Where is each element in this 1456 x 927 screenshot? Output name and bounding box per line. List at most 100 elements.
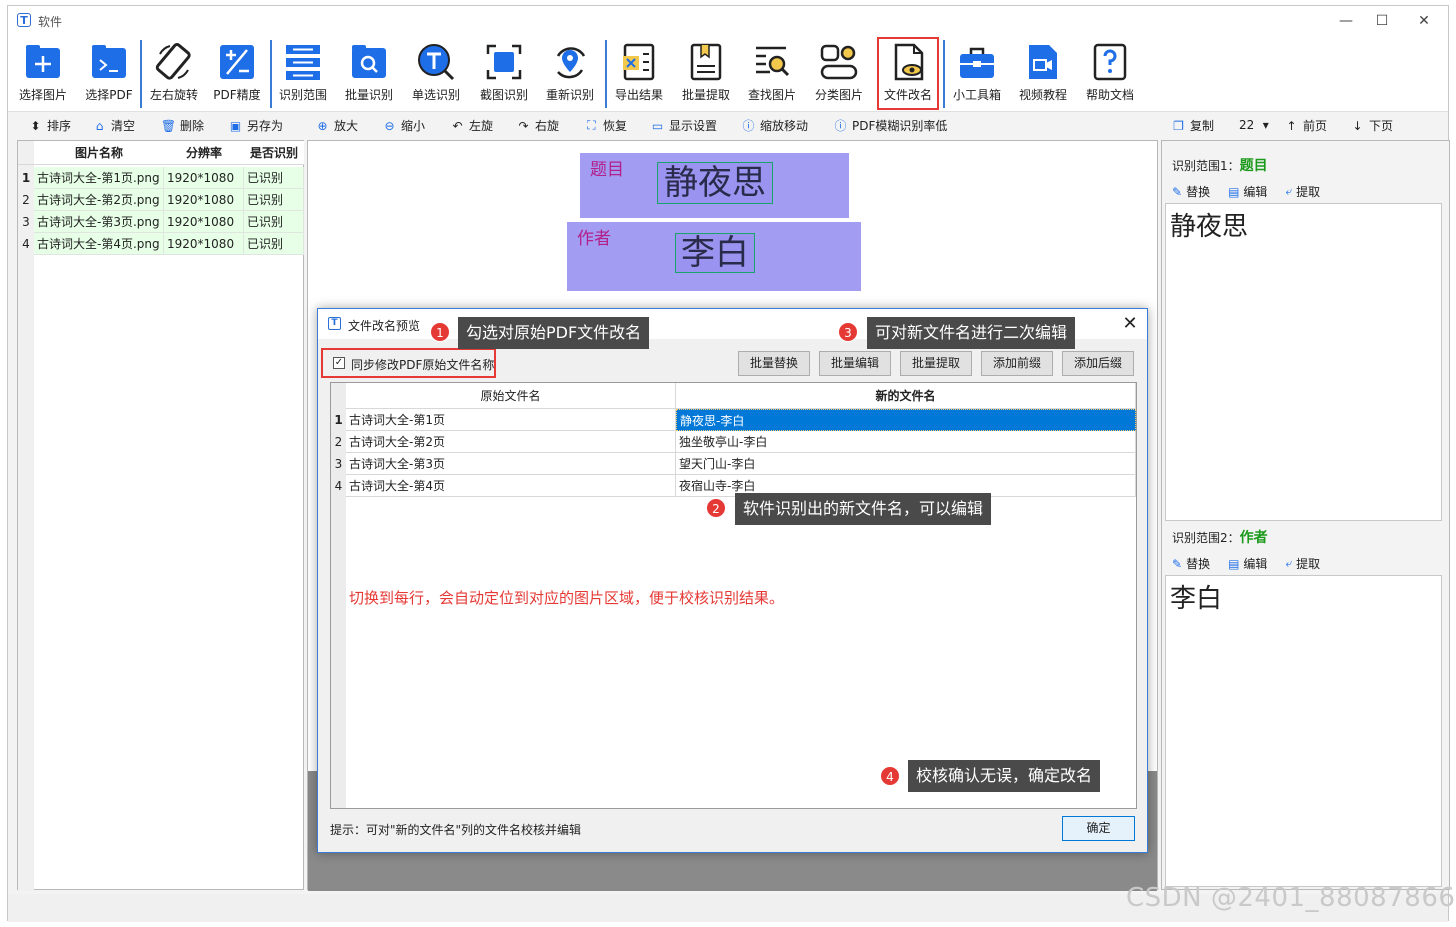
confirm-button[interactable]: 确定 <box>1062 816 1135 841</box>
row-number: 1 <box>334 413 343 427</box>
rotate-button[interactable]: 左右旋转 <box>143 42 205 110</box>
next-page-button[interactable]: ↓ 下页 <box>1350 117 1393 134</box>
page-select[interactable]: 22 ▾ <box>1239 117 1273 132</box>
toolbar-label: 小工具箱 <box>952 88 1001 102</box>
screenshot-recognize-button[interactable]: 截图识别 <box>473 42 535 110</box>
toolbar-label: 视频教程 <box>1018 88 1067 102</box>
batch-recognize-button[interactable]: 批量识别 <box>338 42 400 110</box>
row-number: 2 <box>18 189 34 211</box>
column-header[interactable]: 是否识别 <box>244 141 304 165</box>
range2-text-area[interactable]: 李白 <box>1165 575 1442 887</box>
row-number: 1 <box>18 167 34 189</box>
sync-pdf-name-checkbox[interactable]: ✓ <box>333 357 345 369</box>
title-bar: T 软件 — ☐ ✕ <box>8 6 1448 36</box>
zoom-in-button[interactable]: ⊕ 放大 <box>315 117 358 134</box>
file-list-panel: 图片名称 分辨率 是否识别 1 古诗词大全-第1页.png 1920*1080 … <box>17 140 304 891</box>
sync-pdf-name-label[interactable]: 同步修改PDF原始文件名称 <box>351 356 494 373</box>
restore-icon: ⛶ <box>587 118 596 132</box>
new-name-cell[interactable]: 静夜思-李白 <box>676 409 1136 431</box>
sort-button[interactable]: ⬍ 排序 <box>28 117 71 134</box>
original-name-cell: 古诗词大全-第4页 <box>346 475 676 497</box>
find-image-button[interactable]: 查找图片 <box>741 42 803 110</box>
replace-button[interactable]: ✎ 替换 <box>1172 555 1210 572</box>
select-image-button[interactable]: 选择图片 <box>12 42 74 110</box>
dialog-hint: 提示：可对"新的文件名"列的文件名校核并编辑 <box>330 823 582 837</box>
prev-page-button[interactable]: ↑ 前页 <box>1284 117 1327 134</box>
recognition-range-button[interactable]: 识别范围 <box>272 42 334 110</box>
clear-button[interactable]: ⌂ 清空 <box>92 117 135 134</box>
batch-edit-button[interactable]: 批量编辑 <box>819 351 891 376</box>
new-name-cell[interactable]: 望天门山-李白 <box>676 453 1136 475</box>
original-name-cell: 古诗词大全-第1页 <box>346 409 676 431</box>
rotate-right-button[interactable]: ↷ 右旋 <box>516 117 559 134</box>
recognition-region-title[interactable]: 题目 静夜思 <box>580 153 849 218</box>
delete-button[interactable]: 🗑 删除 <box>161 117 204 134</box>
row-number: 2 <box>334 435 343 449</box>
app-logo-icon: T <box>17 13 31 27</box>
zoom-out-button[interactable]: ⊖ 缩小 <box>382 117 425 134</box>
video-tutorial-button[interactable]: 视频教程 <box>1012 42 1074 110</box>
re-recognize-icon <box>550 42 590 82</box>
edit-button[interactable]: ▤ 编辑 <box>1228 555 1267 572</box>
column-header[interactable]: 原始文件名 <box>346 383 676 409</box>
maximize-button[interactable]: ☐ <box>1364 10 1400 32</box>
range2-title: 识别范围2：作者 <box>1172 530 1268 546</box>
close-button[interactable]: ✕ <box>1406 10 1442 32</box>
pdf-precision-button[interactable]: PDF精度 <box>206 42 268 110</box>
batch-extract-button[interactable]: 批量提取 <box>675 42 737 110</box>
extract-button[interactable]: ⤶ 提取 <box>1285 183 1320 200</box>
secondary-toolbar: ⬍ 排序 ⌂ 清空 🗑 删除 ▣ 另存为 ⊕ 放大 ⊖ 缩小 ↶ 左旋 ↷ 右旋 ⛶ 恢复 ▭ 显示… <box>8 113 1448 139</box>
toolbar-label: 识别范围 <box>278 88 327 102</box>
video-icon <box>1023 42 1063 82</box>
copy-button[interactable]: ❐ 复制 <box>1171 117 1214 134</box>
zoom-move-button[interactable]: ⓘ 缩放移动 <box>741 117 808 134</box>
toolbox-button[interactable]: 小工具箱 <box>946 42 1008 110</box>
app-logo-icon: T <box>328 317 341 330</box>
export-icon <box>619 42 659 82</box>
single-recognize-button[interactable]: 单选识别 <box>405 42 467 110</box>
callout-label: 勾选对原始PDF文件改名 <box>458 317 650 349</box>
pdf-folder-icon <box>89 42 129 82</box>
new-name-cell[interactable]: 独坐敬亭山-李白 <box>676 431 1136 453</box>
replace-button[interactable]: ✎ 替换 <box>1172 183 1210 200</box>
range2-toolbar: ✎ 替换 ▤ 编辑 ⤶ 提取 <box>1172 555 1320 572</box>
rotate-left-button[interactable]: ↶ 左旋 <box>450 117 493 134</box>
pdf-blur-tip-button[interactable]: ⓘ PDF模糊识别率低 <box>833 117 947 134</box>
delete-icon: 🗑 <box>160 118 177 133</box>
help-icon <box>1090 42 1130 82</box>
batch-replace-button[interactable]: 批量替换 <box>738 351 810 376</box>
classify-images-button[interactable]: 分类图片 <box>808 42 870 110</box>
edit-button[interactable]: ▤ 编辑 <box>1228 183 1267 200</box>
export-results-button[interactable]: 导出结果 <box>608 42 670 110</box>
column-header[interactable]: 新的文件名 <box>676 383 1136 409</box>
save-as-button[interactable]: ▣ 另存为 <box>228 117 283 134</box>
batch-extract-button[interactable]: 批量提取 <box>900 351 972 376</box>
copy-icon: ❐ <box>1173 118 1184 133</box>
main-toolbar: 选择图片 选择PDF 左右旋转 PDF精度 识别范围 批量识别 单选识别 截图识… <box>8 36 1448 112</box>
save-icon: ▣ <box>229 118 242 133</box>
toolbar-label: 批量识别 <box>344 88 393 102</box>
range1-text-area[interactable]: 静夜思 <box>1165 203 1442 521</box>
column-header[interactable]: 分辨率 <box>164 141 244 165</box>
add-prefix-button[interactable]: 添加前缀 <box>981 351 1053 376</box>
re-recognize-button[interactable]: 重新识别 <box>539 42 601 110</box>
display-settings-button[interactable]: ▭ 显示设置 <box>650 117 717 134</box>
resolution-cell: 1920*1080 <box>164 167 244 189</box>
rotate-right-icon: ↷ <box>518 118 529 133</box>
add-suffix-button[interactable]: 添加后缀 <box>1062 351 1134 376</box>
help-docs-button[interactable]: 帮助文档 <box>1079 42 1141 110</box>
edit-icon: ▤ <box>1228 556 1240 571</box>
original-name-cell: 古诗词大全-第2页 <box>346 431 676 453</box>
recognition-region-author[interactable]: 作者 李白 <box>567 222 861 291</box>
toolbar-separator <box>605 40 607 108</box>
dialog-close-button[interactable]: ✕ <box>1119 313 1141 335</box>
column-header[interactable]: 图片名称 <box>34 141 164 165</box>
extract-icon: ⤶ <box>1285 184 1293 198</box>
replace-icon: ✎ <box>1172 556 1183 571</box>
watermark: CSDN @2401_88087866 <box>1126 883 1456 913</box>
sync-pdf-name-highlight: ✓ 同步修改PDF原始文件名称 <box>321 348 496 378</box>
select-pdf-button[interactable]: 选择PDF <box>78 42 140 110</box>
minimize-button[interactable]: — <box>1328 10 1364 32</box>
restore-button[interactable]: ⛶ 恢复 <box>584 117 627 134</box>
extract-button[interactable]: ⤶ 提取 <box>1285 555 1320 572</box>
